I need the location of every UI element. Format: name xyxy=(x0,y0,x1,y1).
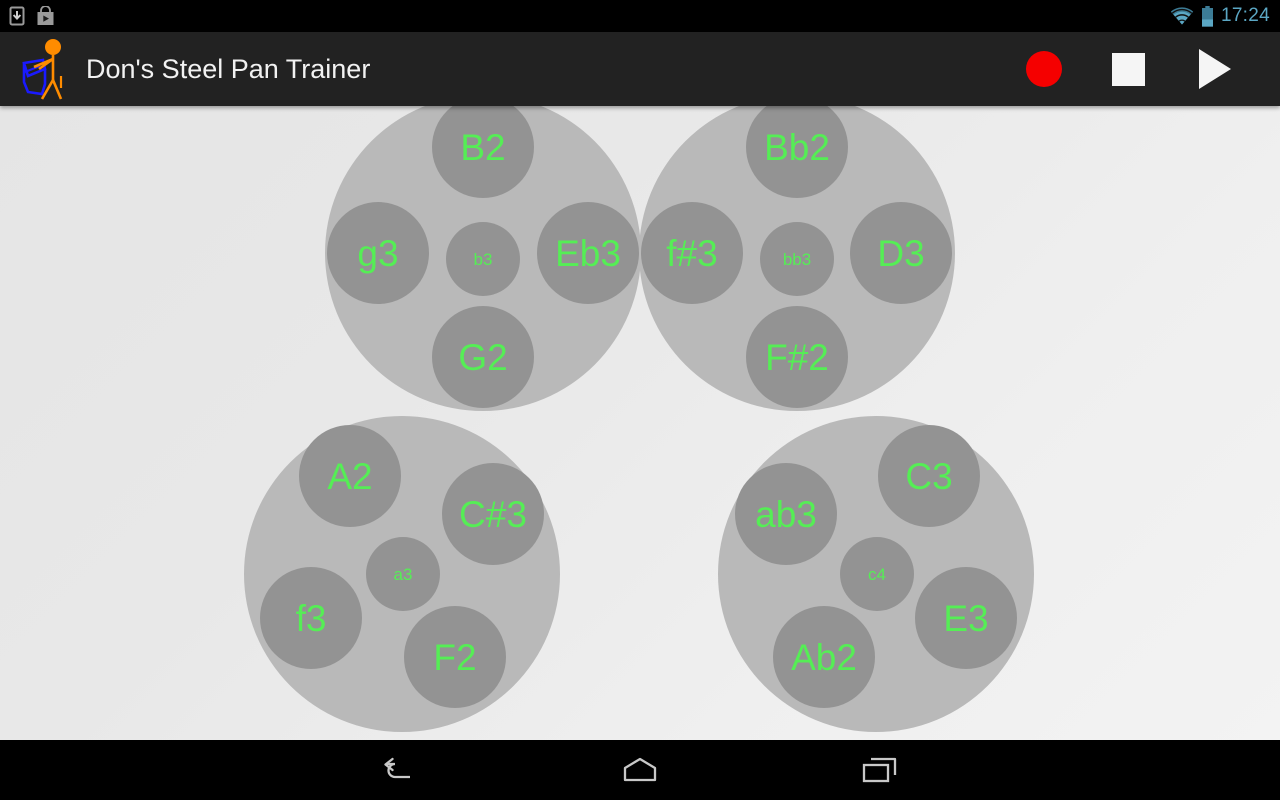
note-E3[interactable]: E3 xyxy=(915,567,1017,669)
record-circle-icon xyxy=(1026,51,1062,87)
note-bb3[interactable]: bb3 xyxy=(760,222,834,296)
note-b3[interactable]: b3 xyxy=(446,222,520,296)
status-bar-notifications xyxy=(8,6,55,26)
note-Csharp3[interactable]: C#3 xyxy=(442,463,544,565)
battery-icon xyxy=(1201,5,1214,27)
note-Eb3[interactable]: Eb3 xyxy=(537,202,639,304)
note-g3[interactable]: g3 xyxy=(327,202,429,304)
note-D3[interactable]: D3 xyxy=(850,202,952,304)
note-G2[interactable]: G2 xyxy=(432,306,534,408)
note-ab3[interactable]: ab3 xyxy=(735,463,837,565)
stop-button[interactable] xyxy=(1086,32,1170,106)
note-a3[interactable]: a3 xyxy=(366,537,440,611)
recent-apps-icon xyxy=(862,757,897,783)
record-button[interactable] xyxy=(1002,32,1086,106)
android-navigation-bar xyxy=(0,740,1280,800)
note-fsharp3[interactable]: f#3 xyxy=(641,202,743,304)
note-F2[interactable]: F2 xyxy=(404,606,506,708)
steel-pan-board: B2 g3 b3 Eb3 G2 Bb2 f#3 bb3 D3 F#2 A2 C#3 a3 f3 F2 ab3 C… xyxy=(0,106,1280,740)
stop-square-icon xyxy=(1111,52,1145,86)
note-C3[interactable]: C3 xyxy=(878,425,980,527)
action-bar: Don's Steel Pan Trainer xyxy=(0,32,1280,106)
play-button[interactable] xyxy=(1170,32,1254,106)
nav-back-button[interactable] xyxy=(280,740,520,800)
steel-pan-player-logo xyxy=(22,39,63,100)
download-icon xyxy=(8,6,26,26)
android-screen: 17:24 Don's Steel Pan Trainer B2 g3 b3 E… xyxy=(0,0,1280,800)
note-f3[interactable]: f3 xyxy=(260,567,362,669)
app-title: Don's Steel Pan Trainer xyxy=(86,53,371,84)
status-bar-system: 17:24 xyxy=(1170,5,1270,27)
home-pentagon-icon xyxy=(623,757,657,782)
wifi-icon xyxy=(1170,6,1194,26)
note-A2[interactable]: A2 xyxy=(299,425,401,527)
play-store-icon xyxy=(36,6,55,26)
note-c4[interactable]: c4 xyxy=(840,537,914,611)
nav-recents-button[interactable] xyxy=(760,740,1000,800)
note-Fsharp2[interactable]: F#2 xyxy=(746,306,848,408)
play-triangle-icon xyxy=(1199,49,1231,89)
status-bar: 17:24 xyxy=(0,0,1280,32)
back-arrow-icon xyxy=(384,757,410,779)
status-bar-clock: 17:24 xyxy=(1220,5,1270,26)
action-bar-buttons xyxy=(1002,32,1254,106)
nav-home-button[interactable] xyxy=(520,740,760,800)
note-Ab2[interactable]: Ab2 xyxy=(773,606,875,708)
